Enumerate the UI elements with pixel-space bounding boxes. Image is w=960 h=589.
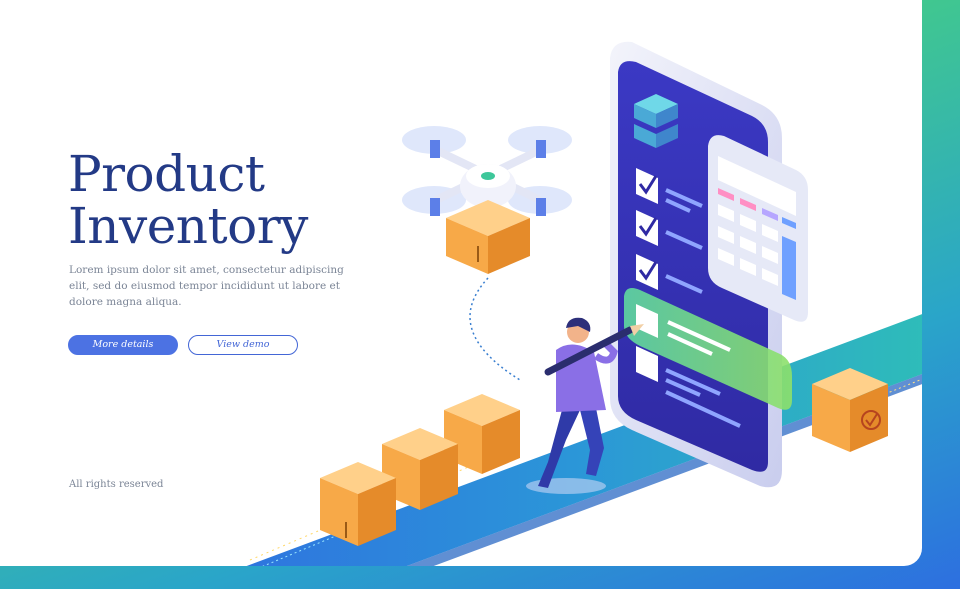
page-title: Product Inventory xyxy=(68,148,308,252)
footer-copyright: All rights reserved xyxy=(69,479,164,490)
title-line-2: Inventory xyxy=(68,197,308,255)
cardboard-box-icon xyxy=(446,200,530,274)
title-line-1: Product xyxy=(68,145,265,203)
landing-card: Product Inventory Lorem ipsum dolor sit … xyxy=(0,0,922,566)
cardboard-box-icon xyxy=(812,368,888,452)
hero-description: Lorem ipsum dolor sit amet, consectetur … xyxy=(69,264,344,308)
more-details-button[interactable]: More details xyxy=(68,335,178,355)
view-demo-button[interactable]: View demo xyxy=(188,335,298,355)
cardboard-box-icon xyxy=(320,462,396,546)
